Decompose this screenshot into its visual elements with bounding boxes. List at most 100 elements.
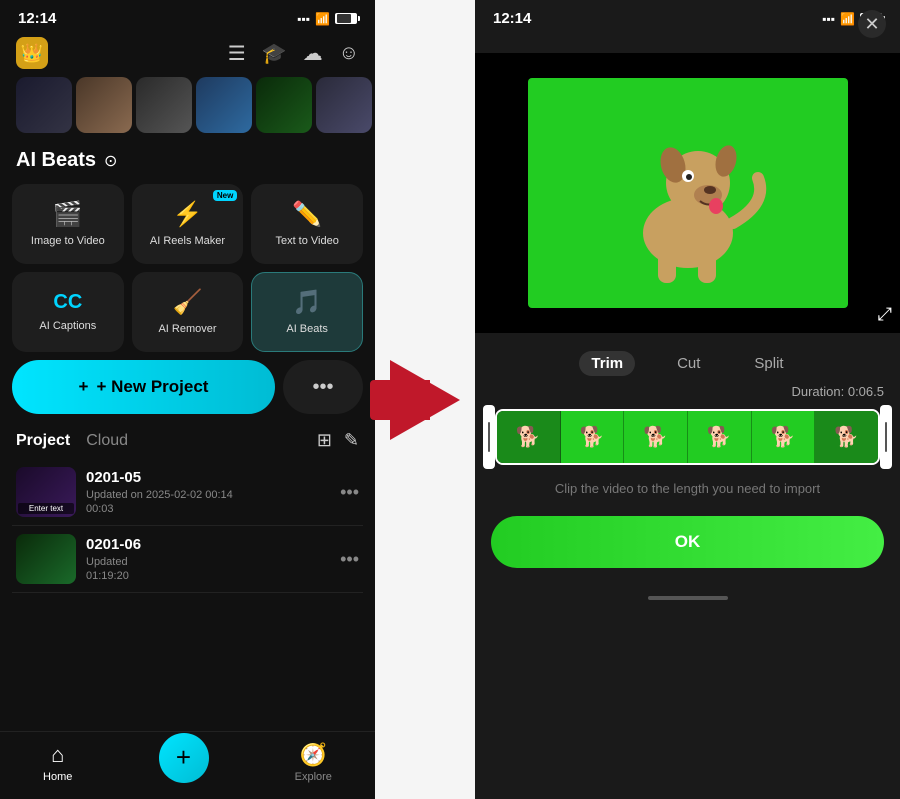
duration-label: Duration: xyxy=(791,384,844,399)
timeline-frame: 🐕 xyxy=(624,411,688,463)
left-time: 12:14 xyxy=(18,10,56,27)
project-thumbnail: Enter text xyxy=(16,467,76,517)
nav-home[interactable]: ⌂ Home xyxy=(43,742,72,783)
timeline-frame: 🐕 xyxy=(815,411,878,463)
close-icon: ✕ xyxy=(864,14,879,35)
face-icon[interactable]: ☺ xyxy=(339,42,359,65)
project-updated: Updated on 2025-02-02 00:14 xyxy=(86,489,330,501)
explore-icon: 🧭 xyxy=(300,742,327,768)
image-to-video-icon: 🎬 xyxy=(53,200,83,229)
more-dots-icon: ••• xyxy=(312,376,333,399)
close-button[interactable]: ✕ xyxy=(858,10,886,38)
ai-captions-label: AI Captions xyxy=(39,320,96,333)
tab-project[interactable]: Project xyxy=(16,432,70,450)
project-more-icon[interactable]: ••• xyxy=(340,549,359,570)
tab-trim[interactable]: Trim xyxy=(579,351,635,376)
thumbnail-item[interactable] xyxy=(316,77,372,133)
thumbnail-item[interactable] xyxy=(136,77,192,133)
grid-view-icon[interactable]: ⊞ xyxy=(317,430,332,451)
frame-dog-icon: 🐕 xyxy=(834,425,859,450)
timeline[interactable]: 🐕 🐕 🐕 🐕 🐕 🐕 xyxy=(483,405,892,469)
ai-captions-icon: CC xyxy=(53,291,82,314)
ai-reels-maker-label: AI Reels Maker xyxy=(150,235,225,248)
right-time: 12:14 xyxy=(493,10,531,27)
new-badge: New xyxy=(213,190,237,201)
project-item[interactable]: 0201-06 Updated 01:19:20 ••• xyxy=(12,526,363,593)
tab-split[interactable]: Split xyxy=(742,351,795,376)
ok-button[interactable]: OK xyxy=(491,516,884,568)
timeline-track: 🐕 🐕 🐕 🐕 🐕 🐕 xyxy=(495,409,880,465)
ai-cards-row2: CC AI Captions 🧹 AI Remover 🎵 AI Beats xyxy=(0,272,375,360)
add-center-button[interactable]: + xyxy=(159,733,209,783)
new-project-label: + New Project xyxy=(96,377,208,397)
left-status-bar: 12:14 ▪▪▪ 📶 xyxy=(0,0,375,33)
nav-explore-label: Explore xyxy=(295,771,332,783)
expand-icon[interactable]: ⤢ xyxy=(878,304,892,325)
ai-beats-icon: 🎵 xyxy=(292,288,322,317)
app-logo: 👑 xyxy=(16,37,48,69)
dog-figure xyxy=(588,93,788,293)
duration-value: 0:06.5 xyxy=(848,384,884,399)
ai-card-ai-reels-maker[interactable]: New ⚡ AI Reels Maker xyxy=(132,184,244,264)
new-project-plus-icon: + xyxy=(79,377,89,397)
section-title-text: AI Beats xyxy=(16,149,96,172)
project-item[interactable]: Enter text 0201-05 Updated on 2025-02-02… xyxy=(12,459,363,526)
frame-dog-icon: 🐕 xyxy=(516,425,541,450)
project-updated: Updated xyxy=(86,556,330,568)
tab-cut[interactable]: Cut xyxy=(665,351,712,376)
edit-icon[interactable]: ✎ xyxy=(344,430,359,451)
top-nav: 👑 ☰ 🎓 ☁ ☺ xyxy=(0,33,375,77)
text-to-video-label: Text to Video xyxy=(275,235,338,248)
home-icon: ⌂ xyxy=(51,742,64,768)
signal-icon: ▪▪▪ xyxy=(297,12,310,26)
project-info: 0201-05 Updated on 2025-02-02 00:14 00:0… xyxy=(86,469,330,515)
thumbnail-item[interactable] xyxy=(196,77,252,133)
ai-card-ai-beats[interactable]: 🎵 AI Beats xyxy=(251,272,363,352)
timeline-frame: 🐕 xyxy=(688,411,752,463)
nav-explore[interactable]: 🧭 Explore xyxy=(295,742,332,783)
duration-row: Duration: 0:06.5 xyxy=(475,384,900,405)
project-enter-text-label: Enter text xyxy=(18,503,74,514)
wifi-icon: 📶 xyxy=(315,12,330,26)
more-button[interactable]: ••• xyxy=(283,360,363,414)
video-preview: ⤢ xyxy=(475,53,900,333)
project-tabs: Project Cloud xyxy=(16,432,128,450)
section-title: AI Beats ⊙ xyxy=(0,141,375,184)
menu-icon[interactable]: ☰ xyxy=(228,41,246,66)
ai-card-image-to-video[interactable]: 🎬 Image to Video xyxy=(12,184,124,264)
project-list: Enter text 0201-05 Updated on 2025-02-02… xyxy=(0,459,375,731)
new-project-row: + + New Project ••• xyxy=(0,360,375,426)
frame-dog-icon: 🐕 xyxy=(707,425,732,450)
text-to-video-icon: ✏️ xyxy=(292,200,322,229)
tab-cloud[interactable]: Cloud xyxy=(86,432,128,450)
project-name: 0201-05 xyxy=(86,469,330,486)
project-more-icon[interactable]: ••• xyxy=(340,482,359,503)
image-to-video-label: Image to Video xyxy=(31,235,105,248)
timeline-frame: 🐕 xyxy=(561,411,625,463)
ai-reels-maker-icon: ⚡ xyxy=(173,200,203,229)
ai-remover-label: AI Remover xyxy=(158,323,216,336)
arrow-section xyxy=(375,0,475,799)
green-screen-background xyxy=(528,78,848,308)
project-thumbnail xyxy=(16,534,76,584)
right-panel: 12:14 ▪▪▪ 📶 ✕ xyxy=(475,0,900,799)
wifi-icon: 📶 xyxy=(840,12,855,26)
cloud-icon[interactable]: ☁ xyxy=(303,41,323,66)
ai-remover-icon: 🧹 xyxy=(173,288,203,317)
clip-hint: Clip the video to the length you need to… xyxy=(475,469,900,508)
section-title-arrow-icon: ⊙ xyxy=(104,151,117,171)
thumbnail-item[interactable] xyxy=(256,77,312,133)
education-icon[interactable]: 🎓 xyxy=(262,41,287,66)
ai-cards-row1: 🎬 Image to Video New ⚡ AI Reels Maker ✏️… xyxy=(0,184,375,272)
ai-beats-label: AI Beats xyxy=(286,323,328,336)
nav-icons: ☰ 🎓 ☁ ☺ xyxy=(228,41,359,66)
ai-card-text-to-video[interactable]: ✏️ Text to Video xyxy=(251,184,363,264)
timeline-handle-left[interactable] xyxy=(483,405,495,469)
signal-icon: ▪▪▪ xyxy=(822,12,835,26)
ai-card-ai-captions[interactable]: CC AI Captions xyxy=(12,272,124,352)
thumbnail-item[interactable] xyxy=(16,77,72,133)
thumbnail-item[interactable] xyxy=(76,77,132,133)
timeline-handle-right[interactable] xyxy=(880,405,892,469)
new-project-button[interactable]: + + New Project xyxy=(12,360,275,414)
ai-card-ai-remover[interactable]: 🧹 AI Remover xyxy=(132,272,244,352)
